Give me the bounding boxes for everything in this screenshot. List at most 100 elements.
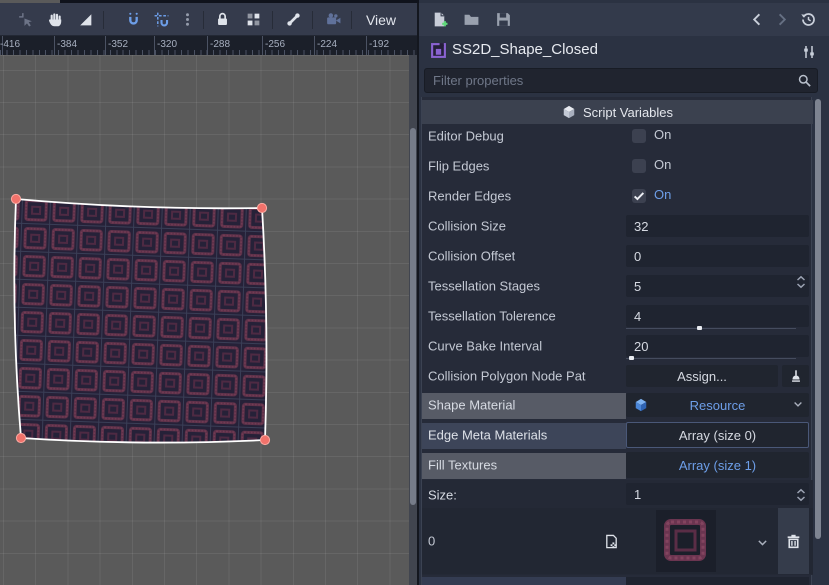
lock-icon: [214, 11, 231, 28]
fill-texture-thumbnail: [660, 515, 712, 567]
snap-toggle-button[interactable]: [119, 6, 147, 33]
checkbox-text: On: [654, 127, 671, 142]
shape-node[interactable]: [0, 55, 409, 585]
resource-cube-icon: [634, 398, 648, 412]
closed-shape-outline[interactable]: [14, 199, 266, 443]
ruler-tool-button[interactable]: [71, 6, 99, 33]
filter-properties-input[interactable]: [424, 68, 818, 93]
camera-override-button[interactable]: [319, 6, 347, 33]
bone-icon: [285, 11, 302, 28]
property-list: Script Variables Editor Debug On Flip Ed…: [421, 97, 812, 585]
texture-preview-cell[interactable]: [656, 510, 716, 572]
history-clock-icon: [800, 11, 817, 28]
search-icon: [797, 73, 812, 88]
toolbar-separator: [203, 11, 204, 29]
slider-grabber[interactable]: [697, 326, 702, 330]
2d-canvas[interactable]: [0, 55, 409, 585]
tolerence-slider[interactable]: [626, 328, 796, 329]
load-resource-button[interactable]: [457, 6, 485, 33]
resource-label: Resource: [690, 398, 746, 413]
category-label: Script Variables: [583, 105, 673, 120]
edge-meta-materials-array-button[interactable]: Array (size 0): [626, 422, 809, 448]
vertical-dots-icon: [179, 11, 196, 28]
ruler-label: -224: [317, 39, 337, 50]
tessellation-tolerence-field[interactable]: 4: [626, 305, 809, 327]
scrollbar-grabber[interactable]: [815, 99, 821, 539]
array-item-row: 0: [422, 508, 813, 574]
collision-size-field[interactable]: 32: [626, 215, 809, 237]
pan-hand-icon: [47, 11, 64, 28]
sliders-icon: [801, 44, 817, 60]
next-property-row-partial: [422, 577, 626, 585]
property-row-curve-bake-interval: Curve Bake Interval 20: [422, 331, 813, 361]
property-row-shape-material: Shape Material Resource: [422, 391, 813, 419]
canvas-viewport[interactable]: View -416 -384 -352 -320 -288 -256 -224 …: [0, 0, 417, 585]
ruler-label: -352: [108, 39, 128, 50]
toolbar-separator: [312, 11, 313, 29]
property-label: Curve Bake Interval: [428, 339, 542, 354]
pick-node-button[interactable]: [782, 365, 809, 387]
view-menu-button[interactable]: View: [357, 6, 405, 33]
property-label: Render Edges: [428, 189, 511, 204]
property-row-editor-debug: Editor Debug On: [422, 121, 813, 151]
ruler-label: -288: [210, 39, 230, 50]
skeleton-options-button[interactable]: [279, 6, 307, 33]
save-icon: [495, 11, 512, 28]
property-row-edge-meta-materials: Edge Meta Materials Array (size 0): [422, 421, 813, 449]
object-cube-icon: [562, 105, 576, 119]
chevron-left-icon: [750, 12, 765, 27]
array-item-index: 0: [428, 534, 435, 549]
flip-edges-checkbox[interactable]: [632, 159, 646, 173]
shape-material-resource-picker[interactable]: Resource: [626, 393, 809, 417]
property-row-render-edges: Render Edges On: [422, 181, 813, 211]
next-property-value-partial: [626, 577, 809, 585]
group-object-button[interactable]: [239, 6, 267, 33]
pan-tool-button[interactable]: [41, 6, 69, 33]
ruler-label: -192: [369, 39, 389, 50]
smart-snap-button[interactable]: [147, 6, 175, 33]
delete-item-button[interactable]: [778, 508, 809, 574]
property-label: Tessellation Stages: [428, 279, 540, 294]
array-size-label: Size:: [428, 488, 457, 503]
property-label: Shape Material: [428, 398, 515, 413]
edit-item-button[interactable]: [602, 532, 620, 550]
horizontal-ruler: -416 -384 -352 -320 -288 -256 -224 -192: [0, 36, 417, 55]
viewport-vertical-scrollbar[interactable]: [409, 55, 417, 585]
inspector-toolbar: [419, 3, 829, 36]
new-resource-button[interactable]: [425, 6, 453, 33]
camera-icon: [325, 11, 342, 28]
folder-icon: [463, 11, 480, 28]
save-resource-button[interactable]: [489, 6, 517, 33]
slider-grabber[interactable]: [629, 356, 634, 360]
inspector-scrollbar[interactable]: [814, 97, 822, 585]
group-icon: [245, 11, 262, 28]
inspector-tools-button[interactable]: [795, 38, 823, 65]
property-row-flip-edges: Flip Edges On: [422, 151, 813, 181]
chevron-down-icon[interactable]: [792, 398, 804, 410]
assign-node-path-button[interactable]: Assign...: [626, 365, 778, 387]
curve-bake-interval-field[interactable]: 20: [626, 335, 809, 357]
scrollbar-grabber[interactable]: [410, 128, 416, 505]
chevron-down-icon[interactable]: [756, 536, 769, 549]
checkbox-text: On: [654, 157, 671, 172]
render-edges-checkbox[interactable]: [632, 189, 646, 203]
curve-bake-slider[interactable]: [626, 358, 796, 359]
editor-debug-checkbox[interactable]: [632, 129, 646, 143]
history-forward-button[interactable]: [767, 6, 795, 33]
lock-object-button[interactable]: [208, 6, 236, 33]
edited-object-header: SS2D_Shape_Closed: [419, 38, 829, 63]
property-row-fill-textures: Fill Textures Array (size 1): [422, 451, 813, 479]
select-tool-button[interactable]: [11, 6, 39, 33]
array-size-spinbox[interactable]: 1: [626, 483, 809, 505]
property-label: Collision Offset: [428, 249, 515, 264]
property-label: Flip Edges: [428, 159, 489, 174]
tessellation-stages-spinbox[interactable]: 5: [626, 275, 809, 297]
snap-options-button[interactable]: [173, 6, 201, 33]
object-name: SS2D_Shape_Closed: [452, 41, 598, 58]
object-history-button[interactable]: [794, 6, 822, 33]
spinner-updown-icon[interactable]: [794, 274, 808, 290]
fill-textures-array-button[interactable]: Array (size 1): [626, 452, 809, 478]
spinner-updown-icon[interactable]: [794, 487, 808, 503]
collision-offset-field[interactable]: 0: [626, 245, 809, 267]
ruler-label: -416: [0, 39, 20, 50]
